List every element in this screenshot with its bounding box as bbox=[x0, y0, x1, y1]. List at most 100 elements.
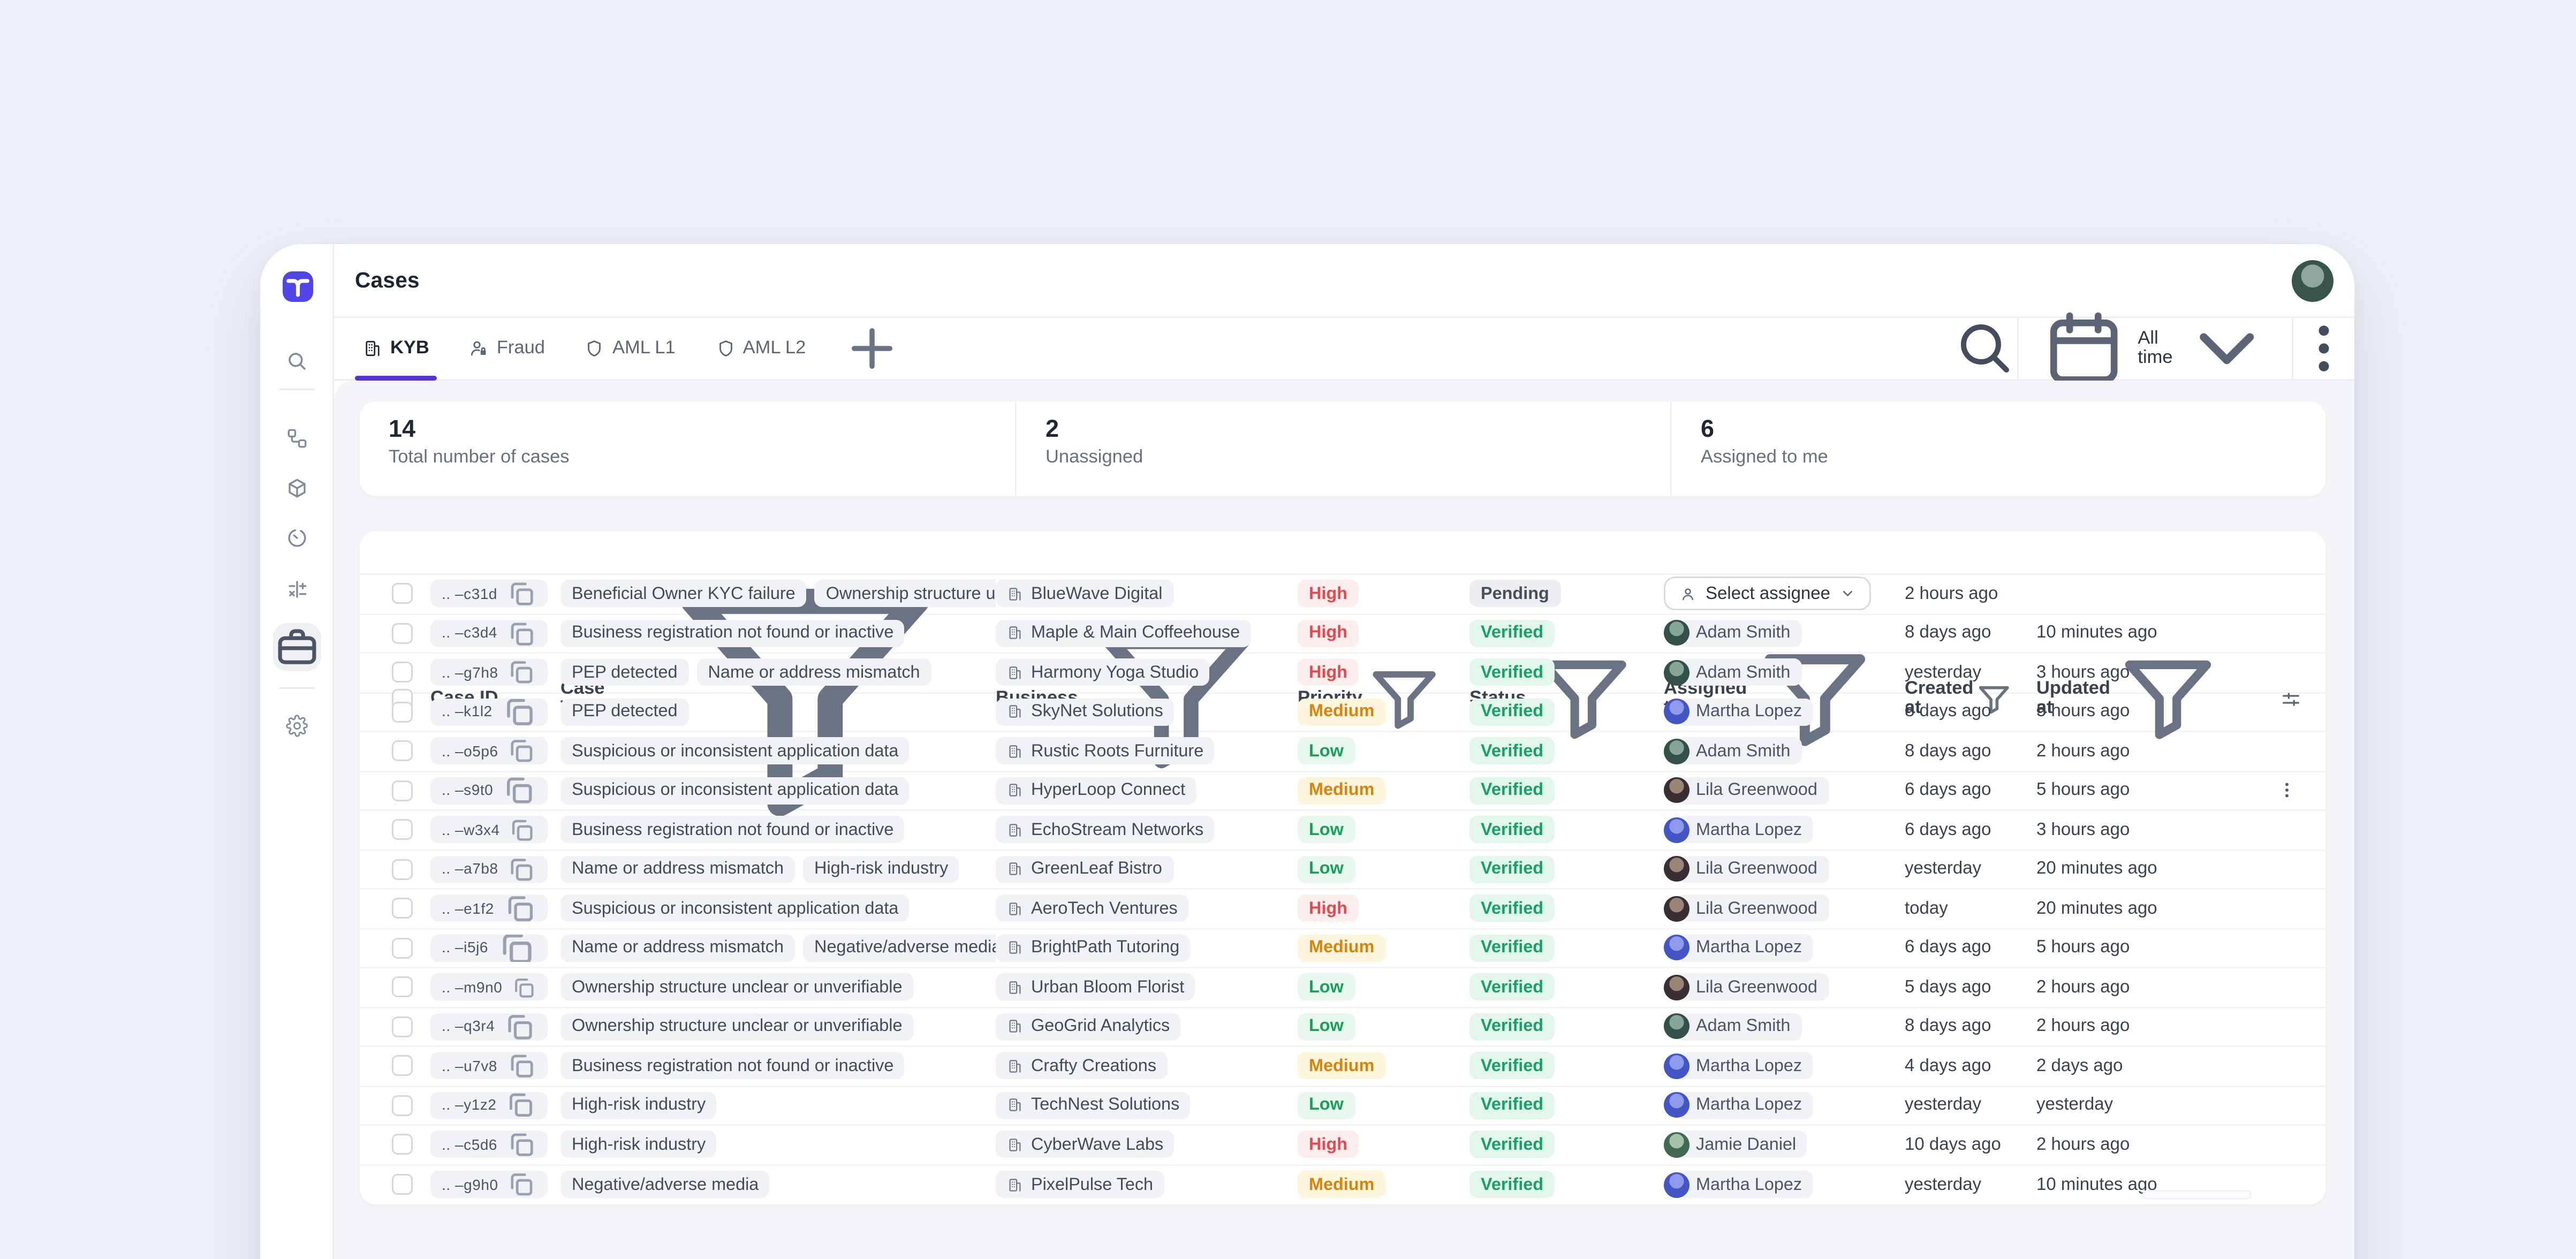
assignee[interactable]: Martha Lopez bbox=[1664, 698, 1813, 725]
case-id[interactable]: .. –i5j6 bbox=[430, 934, 548, 961]
case-id[interactable]: .. –o5p6 bbox=[430, 738, 548, 765]
case-id[interactable]: .. –e1f2 bbox=[430, 895, 548, 922]
copy-icon[interactable] bbox=[503, 1013, 536, 1040]
assignee[interactable]: Lila Greenwood bbox=[1664, 777, 1829, 804]
workflow-icon[interactable] bbox=[285, 427, 308, 450]
business-tag[interactable]: TechNest Solutions bbox=[996, 1091, 1191, 1119]
row-checkbox[interactable] bbox=[392, 662, 413, 683]
search-button[interactable] bbox=[1953, 318, 2017, 379]
horizontal-scrollbar[interactable] bbox=[2142, 1190, 2252, 1200]
case-id[interactable]: .. –s9t0 bbox=[430, 777, 548, 804]
copy-icon[interactable] bbox=[505, 1052, 536, 1080]
business-tag[interactable]: Rustic Roots Furniture bbox=[996, 738, 1215, 765]
case-id[interactable]: .. –m9n0 bbox=[430, 974, 548, 1001]
table-row[interactable]: .. –y1z2High-risk industryTechNest Solut… bbox=[360, 1087, 2325, 1126]
row-checkbox[interactable] bbox=[392, 1056, 413, 1076]
row-checkbox[interactable] bbox=[392, 1016, 413, 1037]
add-tab-button[interactable] bbox=[841, 318, 902, 379]
business-tag[interactable]: BlueWave Digital bbox=[996, 580, 1173, 608]
settings-icon[interactable] bbox=[285, 715, 308, 737]
table-row[interactable]: .. –g9h0Negative/adverse mediaPixelPulse… bbox=[360, 1165, 2325, 1205]
row-checkbox[interactable] bbox=[392, 1174, 413, 1195]
assignee[interactable]: Martha Lopez bbox=[1664, 1171, 1813, 1199]
copy-icon[interactable] bbox=[506, 1171, 536, 1199]
row-checkbox[interactable] bbox=[392, 780, 413, 801]
row-checkbox[interactable] bbox=[392, 583, 413, 604]
table-row[interactable]: .. –c5d6High-risk industryCyberWave Labs… bbox=[360, 1126, 2325, 1165]
row-checkbox[interactable] bbox=[392, 741, 413, 762]
copy-icon[interactable] bbox=[506, 738, 536, 765]
table-row[interactable]: .. –u7v8Business registration not found … bbox=[360, 1047, 2325, 1087]
assignee[interactable]: Martha Lopez bbox=[1664, 816, 1813, 844]
assignee[interactable]: Jamie Daniel bbox=[1664, 1131, 1807, 1158]
copy-icon[interactable] bbox=[505, 1091, 536, 1119]
more-options-button[interactable] bbox=[2293, 318, 2354, 379]
timer-icon[interactable] bbox=[285, 527, 308, 549]
tab-aml-l2[interactable]: AML L2 bbox=[708, 318, 814, 379]
case-id[interactable]: .. –k1l2 bbox=[430, 698, 548, 725]
column-settings-button[interactable] bbox=[2248, 688, 2325, 709]
case-id[interactable]: .. –g7h8 bbox=[430, 659, 548, 686]
business-tag[interactable]: EchoStream Networks bbox=[996, 816, 1215, 844]
business-tag[interactable]: PixelPulse Tech bbox=[996, 1171, 1164, 1199]
assignee[interactable]: Adam Smith bbox=[1664, 659, 1801, 686]
assignee[interactable]: Lila Greenwood bbox=[1664, 855, 1829, 883]
business-tag[interactable]: HyperLoop Connect bbox=[996, 777, 1196, 804]
case-id[interactable]: .. –g9h0 bbox=[430, 1171, 548, 1199]
table-row[interactable]: .. –m9n0Ownership structure unclear or u… bbox=[360, 968, 2325, 1008]
table-row[interactable]: .. –q3r4Ownership structure unclear or u… bbox=[360, 1008, 2325, 1048]
sidebar-item-cases[interactable] bbox=[273, 623, 321, 671]
tab-fraud[interactable]: Fraud bbox=[461, 318, 553, 379]
row-checkbox[interactable] bbox=[392, 898, 413, 919]
table-row[interactable]: .. –a7b8Name or address mismatchHigh-ris… bbox=[360, 851, 2325, 890]
app-logo[interactable] bbox=[283, 271, 313, 302]
business-tag[interactable]: BrightPath Tutoring bbox=[996, 934, 1191, 961]
copy-icon[interactable] bbox=[502, 895, 536, 922]
search-icon[interactable] bbox=[285, 350, 308, 373]
package-icon[interactable] bbox=[285, 477, 308, 499]
copy-icon[interactable] bbox=[506, 855, 536, 883]
time-filter-select[interactable]: All time bbox=[2019, 318, 2292, 379]
case-id[interactable]: .. –a7b8 bbox=[430, 855, 548, 883]
row-checkbox[interactable] bbox=[392, 977, 413, 998]
business-tag[interactable]: AeroTech Ventures bbox=[996, 895, 1189, 922]
assignee[interactable]: Adam Smith bbox=[1664, 738, 1801, 765]
copy-icon[interactable] bbox=[508, 816, 536, 844]
copy-icon[interactable] bbox=[505, 1131, 536, 1158]
copy-icon[interactable] bbox=[505, 580, 536, 608]
copy-icon[interactable] bbox=[501, 698, 536, 725]
assignee[interactable]: Adam Smith bbox=[1664, 619, 1801, 647]
assignee[interactable]: Adam Smith bbox=[1664, 1013, 1801, 1040]
tab-aml-l1[interactable]: AML L1 bbox=[577, 318, 684, 379]
copy-icon[interactable] bbox=[496, 934, 536, 961]
assignee[interactable]: Lila Greenwood bbox=[1664, 895, 1829, 922]
copy-icon[interactable] bbox=[501, 777, 536, 804]
table-row[interactable]: .. –e1f2Suspicious or inconsistent appli… bbox=[360, 890, 2325, 929]
case-id[interactable]: .. –y1z2 bbox=[430, 1091, 548, 1119]
row-checkbox[interactable] bbox=[392, 623, 413, 643]
assignee[interactable]: Martha Lopez bbox=[1664, 1052, 1813, 1080]
case-id[interactable]: .. –c5d6 bbox=[430, 1131, 548, 1158]
operations-icon[interactable] bbox=[285, 578, 308, 601]
user-avatar[interactable] bbox=[2292, 260, 2333, 302]
business-tag[interactable]: Harmony Yoga Studio bbox=[996, 659, 1210, 686]
assignee[interactable]: Martha Lopez bbox=[1664, 934, 1813, 961]
copy-icon[interactable] bbox=[510, 974, 536, 1000]
tab-kyb[interactable]: KYB bbox=[355, 318, 437, 379]
row-checkbox[interactable] bbox=[392, 820, 413, 840]
filter-icon[interactable] bbox=[2110, 641, 2226, 757]
row-checkbox[interactable] bbox=[392, 1095, 413, 1116]
case-id[interactable]: .. –q3r4 bbox=[430, 1013, 548, 1040]
copy-icon[interactable] bbox=[506, 659, 536, 686]
row-checkbox[interactable] bbox=[392, 937, 413, 958]
copy-icon[interactable] bbox=[505, 619, 536, 647]
assignee[interactable]: Lila Greenwood bbox=[1664, 974, 1829, 1001]
business-tag[interactable]: GeoGrid Analytics bbox=[996, 1013, 1181, 1040]
case-id[interactable]: .. –c31d bbox=[430, 580, 548, 608]
business-tag[interactable]: Crafty Creations bbox=[996, 1052, 1168, 1080]
case-id[interactable]: .. –u7v8 bbox=[430, 1052, 548, 1080]
row-actions-button[interactable] bbox=[2248, 781, 2325, 800]
row-checkbox[interactable] bbox=[392, 1134, 413, 1155]
row-checkbox[interactable] bbox=[392, 859, 413, 879]
business-tag[interactable]: Urban Bloom Florist bbox=[996, 974, 1195, 1001]
